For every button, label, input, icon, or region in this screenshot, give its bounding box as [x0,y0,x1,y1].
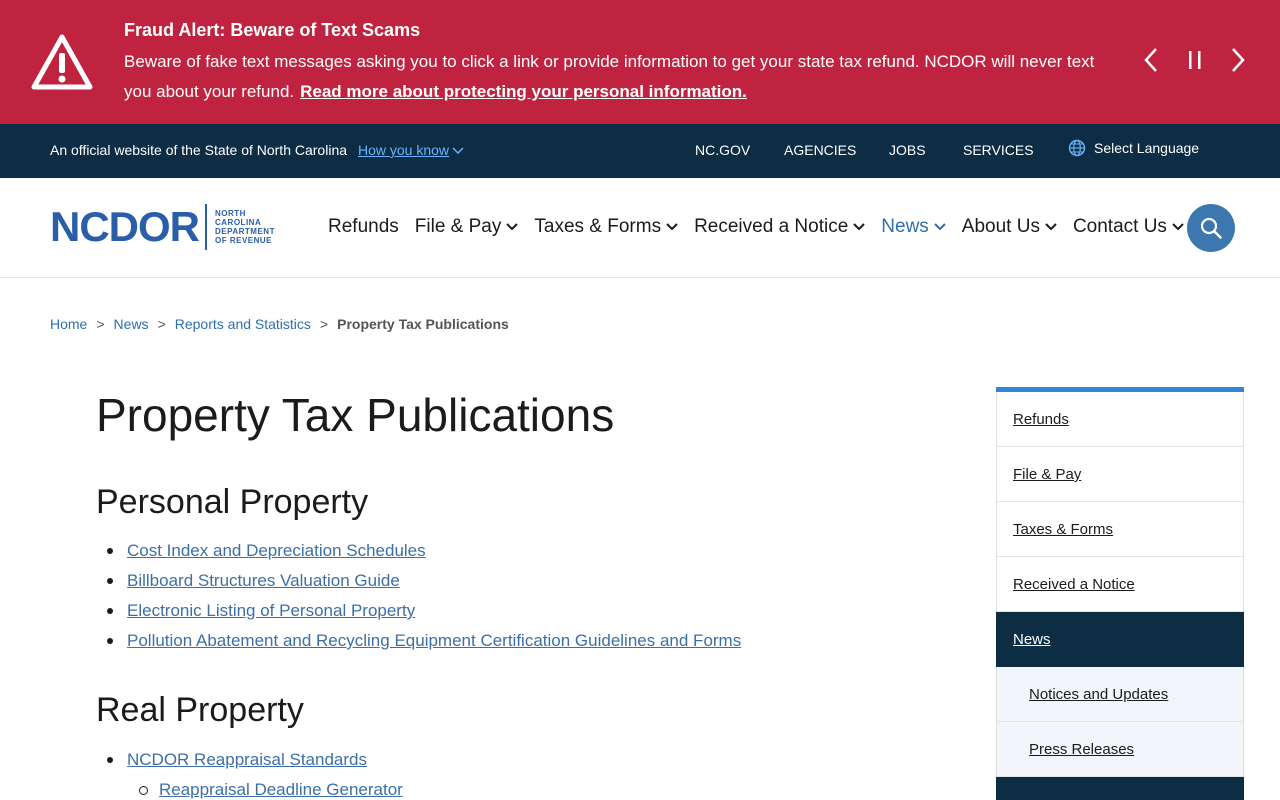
nav-label: News [881,216,929,237]
top-link-jobs[interactable]: JOBS [889,142,926,158]
warning-triangle-icon [31,34,93,90]
chevron-down-icon [934,223,946,231]
chevron-left-icon [1144,48,1157,72]
breadcrumb-home[interactable]: Home [50,316,87,332]
nav-item-contact-us[interactable]: Contact Us [1073,216,1184,238]
sidenav-subitem-active[interactable] [996,777,1244,800]
alert-pause-button[interactable] [1180,44,1210,76]
breadcrumb-current: Property Tax Publications [337,316,509,332]
page-title: Property Tax Publications [96,389,615,441]
sidenav-item-received-notice[interactable]: Received a Notice [996,557,1244,612]
how-you-know-label: How you know [358,142,450,158]
section-title-personal-property: Personal Property [96,483,369,521]
nav-label: File & Pay [414,216,502,237]
main-content: Property Tax Publications Personal Prope… [96,384,956,799]
top-link-agencies[interactable]: AGENCIES [784,142,856,158]
globe-icon [1068,139,1086,157]
breadcrumb: Home > News > Reports and Statistics > P… [50,316,509,332]
chevron-down-icon [452,147,464,155]
select-language-label: Select Language [1094,140,1200,156]
sidenav-subitem-notices-updates[interactable]: Notices and Updates [996,667,1244,722]
nav-item-refunds[interactable]: Refunds [328,216,399,238]
pause-icon [1189,51,1201,69]
sidenav-item-news[interactable]: News [996,612,1244,667]
link-reappraisal-standards[interactable]: NCDOR Reappraisal Standards [127,750,367,769]
top-link-services[interactable]: SERVICES [963,142,1034,158]
nav-item-taxes-forms[interactable]: Taxes & Forms [534,216,678,238]
sidenav-subitem-press-releases[interactable]: Press Releases [996,722,1244,777]
nav-label: Taxes & Forms [534,216,662,237]
list-item: Electronic Listing of Personal Property [106,596,741,626]
logo-sub-line: DEPARTMENT [215,227,275,236]
logo-sub-line: CAROLINA [215,218,262,227]
nav-item-news[interactable]: News [881,216,946,238]
real-property-list: NCDOR Reappraisal Standards Reappraisal … [107,745,403,800]
logo-sub-line: OF REVENUE [215,236,273,245]
section-title-real-property: Real Property [96,691,304,729]
link-billboard-guide[interactable]: Billboard Structures Valuation Guide [127,571,400,590]
chevron-right-icon [1232,48,1245,72]
site-header: NCDOR NORTH CAROLINA DEPARTMENT OF REVEN… [0,178,1280,278]
real-property-sublist: Reappraisal Deadline Generator [139,775,403,800]
logo-wordmark: NCDOR [50,203,200,250]
fraud-alert-banner: Fraud Alert: Beware of Text Scams Beware… [0,0,1280,124]
alert-next-button[interactable] [1223,44,1253,76]
official-site-bar: An official website of the State of Nort… [0,124,1280,178]
sidenav-item-file-pay[interactable]: File & Pay [996,447,1244,502]
list-item: Cost Index and Depreciation Schedules [106,536,741,566]
nav-label: Contact Us [1072,216,1167,237]
select-language-button[interactable]: Select Language [1068,139,1199,157]
nav-item-received-notice[interactable]: Received a Notice [694,216,865,238]
logo-subtitle: NORTH CAROLINA DEPARTMENT OF REVENUE [215,209,275,245]
chevron-down-icon [1172,223,1184,231]
nav-label: Received a Notice [694,216,849,237]
nav-label: Refunds [328,216,399,237]
search-button[interactable] [1187,204,1235,252]
chevron-down-icon [853,223,865,231]
nav-label: About Us [961,216,1040,237]
logo-divider [205,204,207,250]
list-item: Billboard Structures Valuation Guide [106,566,741,596]
list-item: Pollution Abatement and Recycling Equipm… [106,626,741,656]
nav-item-about-us[interactable]: About Us [962,216,1057,238]
link-electronic-listing[interactable]: Electronic Listing of Personal Property [127,601,415,620]
top-link-ncgov[interactable]: NC.GOV [695,142,750,158]
breadcrumb-separator: > [157,316,166,332]
list-item: NCDOR Reappraisal Standards Reappraisal … [107,745,403,800]
nav-item-file-pay[interactable]: File & Pay [415,216,519,238]
breadcrumb-news[interactable]: News [114,316,149,332]
chevron-down-icon [1045,223,1057,231]
alert-title: Fraud Alert: Beware of Text Scams [124,20,421,40]
chevron-down-icon [506,223,519,231]
personal-property-list: Cost Index and Depreciation Schedules Bi… [106,536,741,656]
official-site-text: An official website of the State of Nort… [50,142,348,158]
side-nav: Refunds File & Pay Taxes & Forms Receive… [996,387,1244,800]
breadcrumb-reports[interactable]: Reports and Statistics [175,316,311,332]
sidenav-item-taxes-forms[interactable]: Taxes & Forms [996,502,1244,557]
breadcrumb-separator: > [319,316,329,332]
link-reappraisal-deadline[interactable]: Reappraisal Deadline Generator [159,780,403,799]
list-item: Reappraisal Deadline Generator [139,775,403,800]
breadcrumb-separator: > [96,316,105,332]
chevron-down-icon [666,223,678,231]
ncdor-logo[interactable]: NCDOR NORTH CAROLINA DEPARTMENT OF REVEN… [50,202,275,252]
logo-sub-line: NORTH [215,209,246,218]
alert-read-more-link[interactable]: Read more about protecting your personal… [300,82,747,101]
search-icon [1200,217,1222,239]
link-cost-index[interactable]: Cost Index and Depreciation Schedules [127,541,426,560]
alert-previous-button[interactable] [1136,44,1166,76]
main-nav: Refunds File & Pay Taxes & Forms Receive… [328,216,1200,238]
alert-body: Beware of fake text messages asking you … [124,47,1124,107]
sidenav-item-refunds[interactable]: Refunds [996,392,1244,447]
link-pollution-abatement[interactable]: Pollution Abatement and Recycling Equipm… [127,631,741,650]
how-you-know-toggle[interactable]: How you know [358,142,464,158]
